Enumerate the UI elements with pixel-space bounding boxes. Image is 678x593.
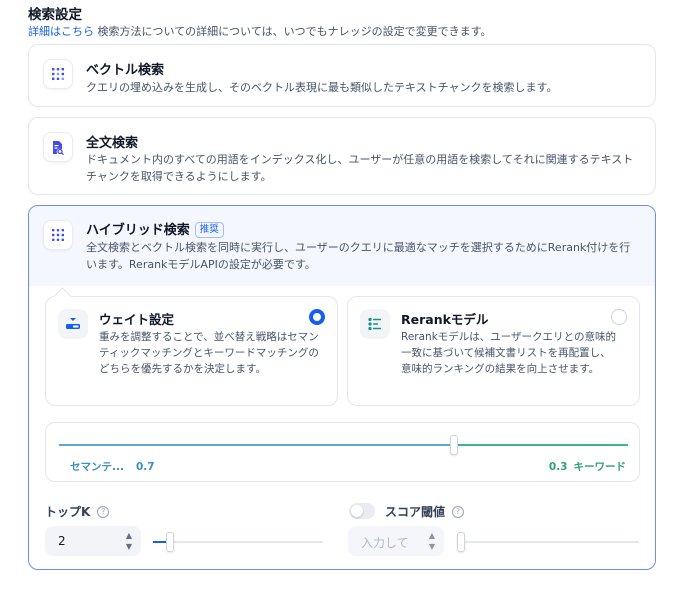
hybrid-search-title-text: ハイブリッド検索 [86, 223, 190, 238]
score-threshold-label-text: スコア閾値 [385, 505, 446, 519]
score-threshold-slider[interactable] [457, 532, 639, 552]
fulltext-search-title: 全文検索 [86, 136, 139, 151]
semantic-label-text: セマンテ... [70, 461, 124, 473]
weight-setting-radio[interactable] [309, 309, 325, 325]
balance-icon [58, 309, 88, 339]
weight-slider-panel: セマンテ... 0.7 0.3 キーワード [45, 422, 640, 482]
top-k-slider[interactable] [153, 532, 323, 552]
score-threshold-placeholder: 入力して [361, 536, 409, 550]
rerank-model-radio[interactable] [611, 309, 627, 325]
score-threshold-input[interactable]: 入力して ▲ ▼ [348, 526, 444, 556]
top-k-input[interactable]: 2 ▲ ▼ [45, 526, 141, 556]
weight-setting-title: ウェイト設定 [99, 312, 175, 327]
hybrid-search-description: 全文検索とベクトル検索を同時に実行し、ユーザーのクエリに最適なマッチを選択するた… [86, 241, 631, 271]
top-k-value: 2 [58, 534, 66, 548]
chevron-down-icon[interactable]: ▼ [126, 542, 132, 551]
section-description: 詳細はこちら 検索方法についての詳細については、いつでもナレッジの設定で変更でき… [28, 23, 492, 39]
chevron-down-icon[interactable]: ▼ [429, 542, 435, 551]
help-icon[interactable]: ? [97, 505, 110, 518]
hybrid-search-option[interactable]: ハイブリッド検索 推奨 全文検索とベクトル検索を同時に実行し、ユーザーのクエリに最… [28, 205, 656, 570]
score-threshold-label: スコア閾値? [385, 503, 465, 520]
weight-setting-description: 重みを調整することで、並べ替え戦略はセマンティックマッチングとキーワードマッチン… [99, 331, 319, 375]
help-icon[interactable]: ? [452, 505, 465, 518]
weight-setting-option[interactable]: ウェイト設定 重みを調整することで、並べ替え戦略はセマンティックマッチングとキー… [45, 296, 338, 406]
rerank-sort-icon [360, 309, 390, 339]
hybrid-grid-icon [43, 220, 73, 250]
vector-search-description: クエリの埋め込みを生成し、そのベクトル表現に最も類似したテキストチャンクを検索し… [86, 81, 558, 94]
fulltext-search-description: ドキュメント内のすべての用語をインデックス化し、ユーザーが任意の用語を検索してそ… [86, 153, 634, 183]
top-k-label-text: トップK [45, 505, 91, 519]
keyword-label-text: キーワード [573, 461, 627, 473]
weight-slider-handle[interactable] [450, 435, 458, 455]
keyword-weight-track[interactable] [458, 444, 628, 446]
semantic-weight-label: セマンテ... 0.7 [70, 459, 155, 474]
description-text: 検索方法についての詳細については、いつでもナレッジの設定で変更できます。 [94, 25, 492, 38]
rerank-model-option[interactable]: Rerankモデル Rerankモデルは、ユーザークエリとの意味的一致に基づいて… [347, 296, 640, 406]
score-threshold-toggle[interactable] [349, 503, 375, 519]
top-k-stepper-arrows[interactable]: ▲ ▼ [123, 531, 135, 551]
keyword-weight-value: 0.3 [548, 461, 568, 473]
keyword-weight-label: 0.3 キーワード [549, 459, 626, 474]
section-title: 検索設定 [28, 7, 82, 23]
hybrid-search-title: ハイブリッド検索 推奨 [86, 219, 224, 238]
vector-grid-icon [43, 59, 73, 89]
recommended-badge: 推奨 [194, 222, 224, 238]
fulltext-search-option[interactable]: 全文検索 ドキュメント内のすべての用語をインデックス化し、ユーザーが任意の用語を… [28, 117, 656, 195]
rerank-model-title: Rerankモデル [401, 312, 489, 327]
semantic-weight-track[interactable] [59, 444, 455, 446]
vector-search-option[interactable]: ベクトル検索 クエリの埋め込みを生成し、そのベクトル表現に最も類似したテキストチ… [28, 44, 656, 107]
chevron-up-icon[interactable]: ▲ [429, 531, 435, 540]
vector-search-title: ベクトル検索 [86, 63, 165, 78]
rerank-model-description: Rerankモデルは、ユーザークエリとの意味的一致に基づいて候補文書リストを再配… [401, 331, 616, 375]
top-k-label: トップK? [45, 503, 110, 520]
learn-more-link[interactable]: 詳細はこちら [28, 25, 94, 38]
score-stepper-arrows[interactable]: ▲ ▼ [426, 531, 438, 551]
semantic-weight-value: 0.7 [135, 461, 155, 473]
top-k-slider-handle[interactable] [166, 532, 174, 552]
score-threshold-slider-handle[interactable] [457, 532, 465, 552]
chevron-up-icon[interactable]: ▲ [126, 531, 132, 540]
document-search-icon [43, 132, 73, 162]
